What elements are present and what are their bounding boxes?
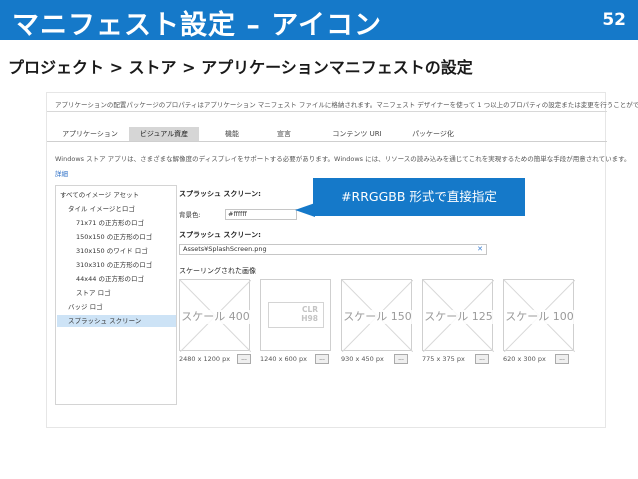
browse-button[interactable]: ...	[315, 354, 329, 364]
tab-content-uri[interactable]: コンテンツ URI	[327, 127, 387, 141]
splash-heading: スプラッシュ スクリーン:	[179, 190, 261, 198]
tree-item-badge-logo[interactable]: バッジ ロゴ	[68, 301, 176, 313]
manifest-designer-panel: アプリケーションの配置パッケージのプロパティはアプリケーション マニフェスト フ…	[46, 92, 638, 428]
asset-tree: すべてのイメージ アセット タイル イメージとロゴ 71x71 の正方形のロゴ …	[55, 185, 177, 405]
browse-button[interactable]: ...	[394, 354, 408, 364]
tab-capabilities[interactable]: 機能	[217, 127, 247, 141]
thumbnail-label: スケール 100	[504, 310, 575, 324]
slide-subtitle: プロジェクト > ストア > アプリケーションマニフェストの設定	[8, 58, 473, 77]
tree-item-tile-images[interactable]: タイル イメージとロゴ	[68, 203, 176, 215]
slide-title: マニフェスト設定 – アイコン	[12, 10, 382, 41]
tree-item-310x310[interactable]: 310x310 の正方形のロゴ	[76, 259, 176, 271]
details-link[interactable]: 詳細	[55, 168, 68, 178]
tree-item-store-logo[interactable]: ストア ロゴ	[76, 287, 176, 299]
browse-button[interactable]: ...	[555, 354, 569, 364]
tree-item-splash-screen[interactable]: スプラッシュ スクリーン	[57, 315, 176, 327]
manifest-description: アプリケーションの配置パッケージのプロパティはアプリケーション マニフェスト フ…	[55, 101, 638, 109]
scale-125-thumbnail[interactable]: スケール 125	[422, 279, 494, 352]
splash-path-input[interactable]: Assets¥SplashScreen.png ✕	[179, 244, 487, 255]
size-label: 930 x 450 px	[341, 355, 384, 363]
background-color-label: 背景色:	[179, 211, 201, 219]
thumbnail-label: スケール 150	[342, 310, 413, 324]
divider	[47, 111, 607, 112]
thumbnail-label: スケール 400	[180, 310, 251, 324]
scale-100-thumbnail[interactable]: スケール 100	[503, 279, 575, 352]
tree-item-150x150[interactable]: 150x150 の正方形のロゴ	[76, 231, 176, 243]
size-label: 775 x 375 px	[422, 355, 465, 363]
clr-preview: CLR H98	[268, 302, 324, 328]
tab-visual-assets[interactable]: ビジュアル資産	[129, 127, 199, 141]
browse-button[interactable]: ...	[475, 354, 489, 364]
page-number: 52	[602, 10, 626, 30]
tree-item-71x71[interactable]: 71x71 の正方形のロゴ	[76, 217, 176, 229]
size-label: 2480 x 1200 px	[179, 355, 231, 363]
tab-application[interactable]: アプリケーション	[61, 127, 119, 141]
scale-400-thumbnail[interactable]: スケール 400	[179, 279, 251, 352]
splash-path-value: Assets¥SplashScreen.png	[183, 245, 267, 253]
clear-icon[interactable]: ✕	[477, 245, 483, 254]
thumbnail-label: スケール 125	[423, 310, 494, 324]
scale-150-thumbnail[interactable]: スケール 150	[341, 279, 413, 352]
tree-item-44x44[interactable]: 44x44 の正方形のロゴ	[76, 273, 176, 285]
divider	[47, 141, 607, 142]
scaled-images-heading: スケーリングされた画像	[179, 267, 256, 275]
tree-item-310x150[interactable]: 310x150 のワイド ロゴ	[76, 245, 176, 257]
browse-button[interactable]: ...	[237, 354, 251, 364]
slide-title-bar: マニフェスト設定 – アイコン 52	[0, 0, 638, 41]
info-text: Windows ストア アプリは、さまざまな解像度のディスプレイをサポートする必…	[55, 155, 631, 163]
tree-item-all-assets[interactable]: すべてのイメージ アセット	[60, 189, 176, 201]
size-label: 1240 x 600 px	[260, 355, 307, 363]
manifest-tabs: アプリケーション ビジュアル資産 機能 宣言 コンテンツ URI パッケージ化	[47, 127, 607, 141]
splash-screen-heading: スプラッシュ スクリーン:	[179, 231, 261, 239]
callout: #RRGGBB 形式で直接指定	[313, 178, 525, 216]
scale-200-thumbnail[interactable]: CLR H98	[260, 279, 331, 351]
tab-packaging[interactable]: パッケージ化	[407, 127, 459, 141]
size-label: 620 x 300 px	[503, 355, 546, 363]
tab-declarations[interactable]: 宣言	[269, 127, 299, 141]
background-color-input[interactable]: #ffffff	[225, 209, 297, 220]
clr-overlay-text: CLR H98	[301, 305, 318, 323]
